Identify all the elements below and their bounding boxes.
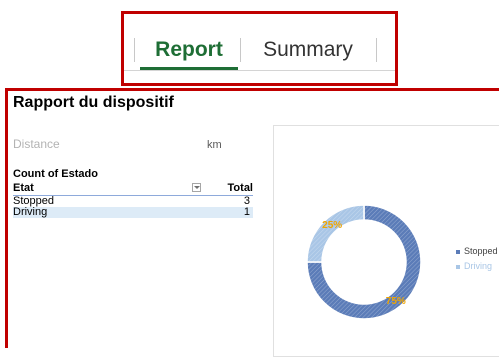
table-row[interactable]: Stopped 3 <box>13 196 253 207</box>
legend-item-driving: Driving <box>456 259 498 274</box>
table-row[interactable]: Driving 1 <box>13 207 253 218</box>
tab-report[interactable]: Report <box>140 30 238 70</box>
distance-unit: km <box>207 139 222 151</box>
report-highlight: Rapport du dispositif Distance km Count … <box>5 88 499 357</box>
legend-label: Stopped <box>464 246 498 256</box>
distance-label: Distance <box>13 137 60 151</box>
pivot-measure-header: Count of Estado <box>13 168 98 180</box>
sheet-tab-bar: Report Summary <box>124 30 395 71</box>
row-label: Driving <box>13 206 48 218</box>
donut-chart[interactable]: 75% 25% Stopped Driving <box>273 125 499 357</box>
tab-strip-highlight: Report Summary <box>121 11 398 86</box>
tab-divider <box>134 38 135 62</box>
filter-dropdown-icon[interactable] <box>192 183 201 192</box>
chart-legend: Stopped Driving <box>456 244 498 274</box>
row-value: 1 <box>243 206 250 218</box>
slice-label-stopped: 75% <box>386 296 406 307</box>
tab-summary[interactable]: Summary <box>242 30 374 70</box>
pivot-total-header: Total <box>227 182 253 194</box>
tab-divider <box>240 38 241 62</box>
slice-texture <box>307 205 364 262</box>
legend-item-stopped: Stopped <box>456 244 498 259</box>
pivot-header-row: Etat Total <box>13 181 253 196</box>
page-title: Rapport du dispositif <box>13 94 174 111</box>
slice-label-driving: 25% <box>322 220 342 231</box>
legend-swatch <box>456 249 460 254</box>
legend-label: Driving <box>464 261 493 271</box>
pivot-table[interactable]: Count of Estado Etat Total Stopped 3 Dri… <box>13 168 253 218</box>
legend-swatch <box>456 264 460 269</box>
donut-chart-svg: 75% 25% <box>306 204 422 320</box>
tab-divider <box>376 38 377 62</box>
pivot-row-header: Etat <box>13 182 34 194</box>
